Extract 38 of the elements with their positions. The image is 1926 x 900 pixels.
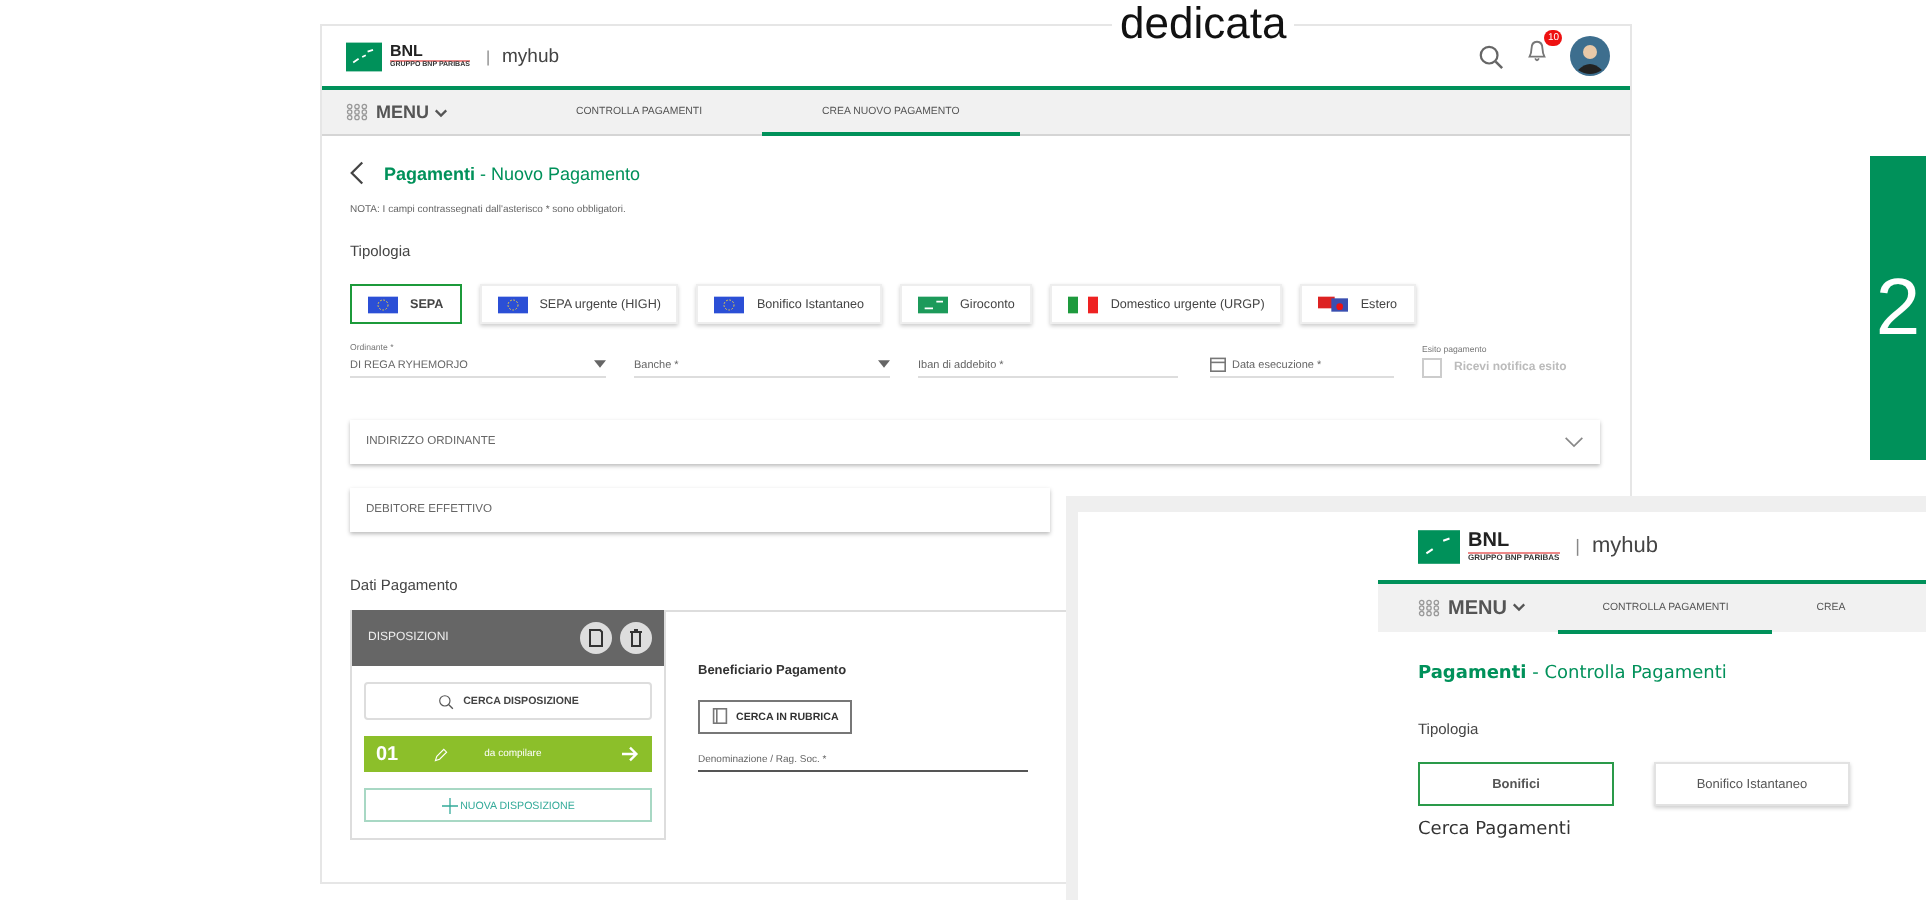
bell-icon[interactable] (1524, 38, 1550, 64)
header-separator: | (1575, 536, 1580, 556)
dropdown-arrow-icon (878, 360, 890, 368)
slide-number-badge: 2 (1870, 156, 1926, 460)
brand-name: BNL (1468, 531, 1560, 553)
app-name: myhub (1591, 534, 1659, 558)
arrow-right-icon (620, 746, 640, 762)
pencil-icon (434, 747, 449, 761)
dropdown-arrow-icon (594, 360, 606, 368)
bank-logo-icon (346, 41, 382, 71)
back-icon[interactable] (350, 160, 364, 186)
app-name: myhub (502, 45, 560, 67)
copy-icon[interactable] (580, 622, 612, 654)
page-title: Pagamenti - Controlla Pagamenti (1418, 664, 1727, 684)
flags-icon (1318, 295, 1349, 313)
address-book-icon (712, 707, 728, 723)
eu-flag-icon (714, 295, 745, 313)
disposition-number: 01 (376, 743, 399, 765)
search-icon (437, 693, 454, 709)
menu-button[interactable]: MENU (1440, 584, 1535, 632)
trash-icon[interactable] (620, 622, 652, 654)
menu-button[interactable]: MENU (368, 90, 456, 134)
brand-name: BNL (390, 43, 470, 62)
caret-icon (434, 108, 448, 119)
italy-flag-icon (1068, 295, 1099, 313)
caret-icon (1512, 602, 1527, 613)
checkbox[interactable] (1422, 358, 1442, 378)
calendar-icon (1210, 356, 1226, 372)
eu-flag-icon (368, 295, 398, 313)
search-icon[interactable] (1478, 43, 1504, 69)
page-title: Pagamenti - Nuovo Pagamento (384, 163, 641, 183)
header-separator: | (485, 47, 491, 65)
section-heading: Cerca Pagamenti (1418, 820, 1573, 840)
transfer-arrows-icon (918, 295, 949, 313)
plus-icon (441, 797, 458, 813)
eu-flag-icon (497, 295, 528, 313)
bank-logo-icon (1418, 529, 1460, 563)
avatar-icon[interactable] (1570, 36, 1610, 76)
